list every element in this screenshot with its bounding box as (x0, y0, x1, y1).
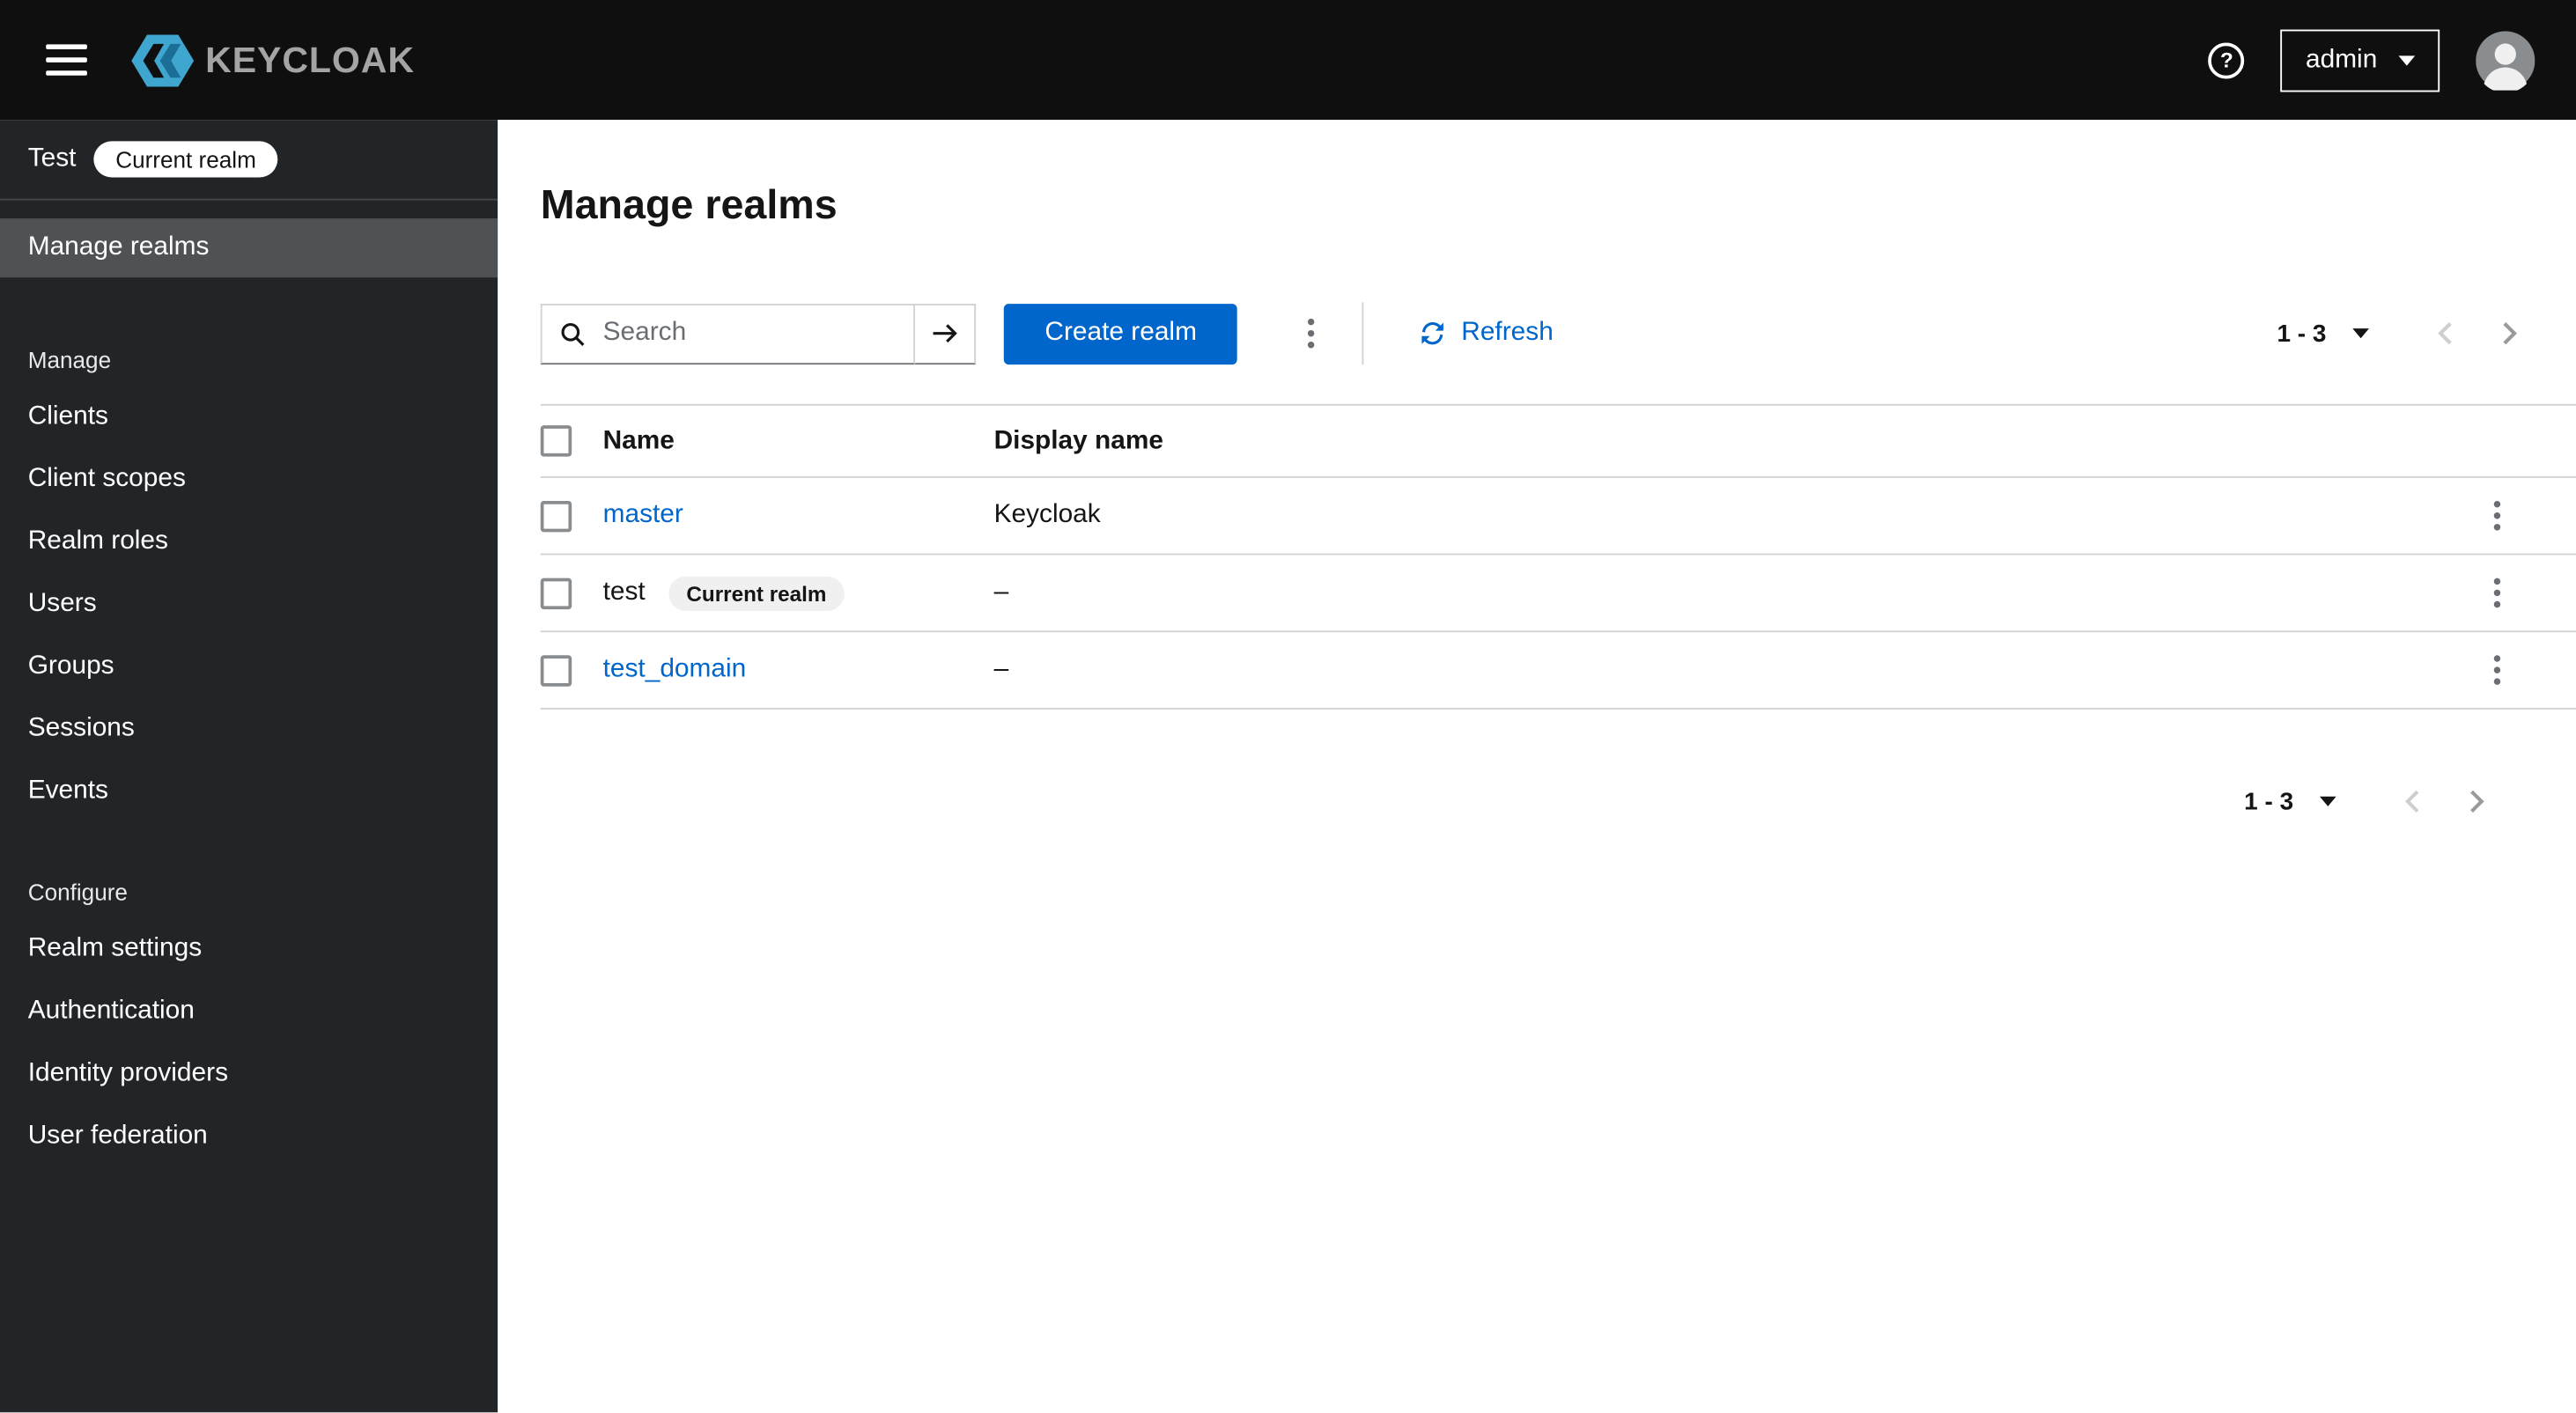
keycloak-logo-icon (131, 33, 195, 86)
kebab-icon (2493, 578, 2501, 585)
prev-page-button[interactable] (2425, 311, 2466, 357)
select-all-checkbox[interactable] (540, 425, 572, 457)
chevron-down-icon (2320, 796, 2336, 806)
search-icon (561, 322, 585, 346)
sidebar-item-sessions[interactable]: Sessions (0, 698, 498, 761)
search-input[interactable] (599, 317, 901, 350)
pagination-range-dropdown[interactable]: 1 - 3 (2234, 786, 2346, 817)
current-realm-badge: Current realm (93, 141, 278, 178)
nav-list-configure: Realm settings Authentication Identity p… (0, 918, 498, 1168)
chevron-down-icon (2398, 55, 2416, 65)
toolbar-kebab-menu[interactable] (1297, 307, 1327, 360)
keycloak-admin-console: KEYCLOAK ? admin Test Current realm Mana… (0, 0, 2576, 1413)
main-content: Manage realms Search Create realm Refres… (498, 120, 2576, 1413)
avatar[interactable] (2476, 30, 2535, 90)
search-box (540, 303, 916, 364)
sidebar-item-groups[interactable]: Groups (0, 636, 498, 698)
search-submit-button[interactable] (915, 303, 977, 364)
realm-link-test-domain[interactable]: test_domain (603, 655, 747, 685)
top-pagination: 1 - 3 (2267, 311, 2529, 357)
current-realm-badge: Current realm (668, 575, 845, 611)
keycloak-logo: KEYCLOAK (131, 33, 415, 86)
realm-name: Test (27, 144, 77, 173)
chevron-right-icon (2470, 790, 2484, 813)
chevron-left-icon (2404, 790, 2419, 813)
sidebar-item-clients[interactable]: Clients (0, 386, 498, 448)
hamburger-icon (46, 44, 87, 49)
sidebar-item-authentication[interactable]: Authentication (0, 981, 498, 1043)
kebab-icon (1308, 318, 1316, 326)
realm-switcher[interactable]: Test Current realm (0, 120, 498, 201)
column-header-name: Name (602, 426, 675, 454)
nav-list-manage: Clients Client scopes Realm roles Users … (0, 386, 498, 822)
prev-page-button[interactable] (2392, 778, 2433, 824)
chevron-down-icon (2352, 328, 2369, 339)
pagination-nav (2425, 311, 2529, 357)
sidebar-item-realm-roles[interactable]: Realm roles (0, 511, 498, 573)
page-layout: Test Current realm Manage realms Manage … (0, 120, 2576, 1413)
pagination-nav (2392, 778, 2497, 824)
kebab-icon (2493, 655, 2501, 662)
user-menu-dropdown[interactable]: admin (2281, 28, 2440, 92)
row-checkbox[interactable] (540, 654, 572, 686)
nav-section-configure: Configure (27, 879, 128, 905)
table-row: test Current realm – (540, 556, 2576, 633)
refresh-label: Refresh (1461, 318, 1554, 347)
next-page-button[interactable] (2489, 311, 2530, 357)
sidebar-item-users[interactable]: Users (0, 573, 498, 636)
sidebar: Test Current realm Manage realms Manage … (0, 120, 498, 1413)
row-kebab-menu[interactable] (2483, 644, 2513, 696)
toolbar-divider (1362, 302, 1365, 365)
sidebar-item-events[interactable]: Events (0, 761, 498, 823)
refresh-button[interactable]: Refresh (1421, 319, 1554, 349)
help-button[interactable]: ? (2208, 41, 2245, 78)
display-name-cell: – (993, 655, 1009, 684)
refresh-icon (1422, 321, 1444, 345)
sidebar-item-user-federation[interactable]: User federation (0, 1105, 498, 1167)
row-kebab-menu[interactable] (2483, 489, 2513, 542)
column-header-display-name: Display name (993, 426, 1164, 454)
nav-section-manage: Manage (27, 346, 112, 373)
display-name-cell: Keycloak (993, 500, 1101, 529)
table-header-row: Name Display name (540, 406, 2576, 478)
masthead-actions: ? admin (2208, 28, 2535, 92)
row-kebab-menu[interactable] (2483, 567, 2513, 620)
create-realm-button[interactable]: Create realm (1003, 303, 1238, 364)
chevron-left-icon (2438, 322, 2452, 345)
nav-toggle-button[interactable] (26, 22, 106, 98)
kebab-icon (2493, 500, 2501, 508)
brand-text: KEYCLOAK (205, 38, 415, 80)
chevron-right-icon (2503, 322, 2517, 345)
search-group (540, 303, 977, 364)
select-all-cell (540, 425, 603, 457)
row-checkbox[interactable] (540, 500, 572, 532)
next-page-button[interactable] (2456, 778, 2498, 824)
user-menu-label: admin (2305, 45, 2378, 74)
arrow-right-icon (933, 324, 957, 343)
display-name-cell: – (993, 578, 1009, 607)
pagination-range-label: 1 - 3 (2244, 787, 2294, 816)
sidebar-item-realm-settings[interactable]: Realm settings (0, 918, 498, 981)
realm-link-master[interactable]: master (603, 501, 683, 531)
page-title: Manage realms (540, 182, 838, 229)
avatar-icon (2476, 30, 2535, 90)
sidebar-item-identity-providers[interactable]: Identity providers (0, 1043, 498, 1106)
table-row: master Keycloak (540, 478, 2576, 556)
masthead: KEYCLOAK ? admin (0, 0, 2576, 121)
pagination-range-dropdown[interactable]: 1 - 3 (2267, 318, 2379, 349)
pagination-range-label: 1 - 3 (2277, 319, 2327, 348)
sidebar-item-client-scopes[interactable]: Client scopes (0, 448, 498, 511)
realm-name-test: test (602, 578, 646, 607)
realms-table: Name Display name master Keycloak test C… (540, 403, 2576, 710)
help-icon: ? (2208, 41, 2245, 78)
toolbar: Create realm Refresh 1 - 3 (540, 302, 2530, 365)
sidebar-item-manage-realms[interactable]: Manage realms (0, 218, 498, 278)
table-row: test_domain – (540, 632, 2576, 710)
bottom-pagination: 1 - 3 (541, 778, 2498, 824)
row-checkbox[interactable] (540, 577, 572, 609)
